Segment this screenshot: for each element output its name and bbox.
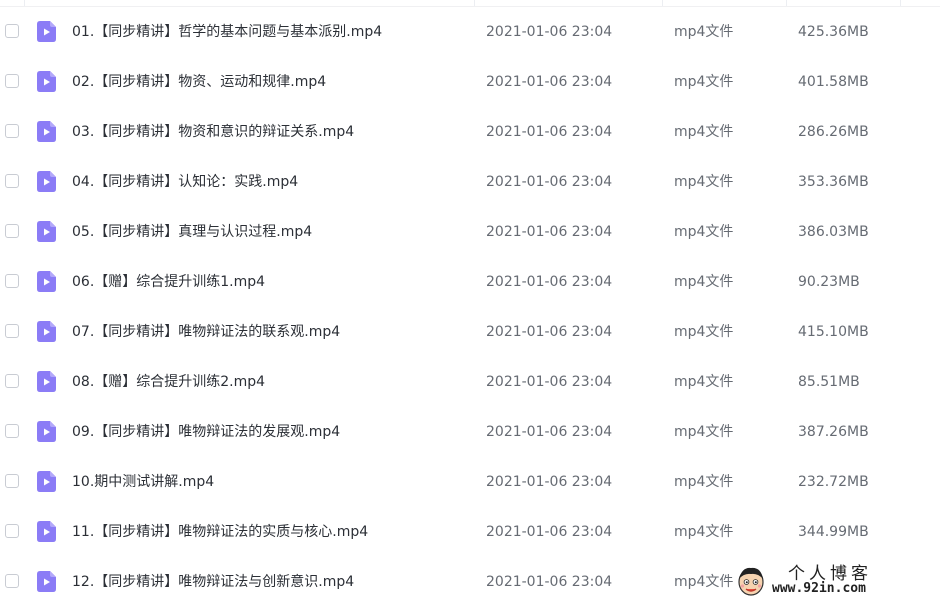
row-checkbox[interactable] — [5, 224, 19, 238]
file-type: mp4文件 — [674, 224, 734, 240]
file-modified-date: 2021-01-06 23:04 — [486, 124, 613, 140]
file-size: 286.26MB — [798, 124, 869, 140]
file-modified-date: 2021-01-06 23:04 — [486, 24, 613, 40]
file-size: 232.72MB — [798, 474, 869, 490]
file-type: mp4文件 — [674, 424, 734, 440]
file-size: 387.26MB — [798, 424, 869, 440]
file-size: 425.36MB — [798, 24, 869, 40]
file-name[interactable]: 10.期中测试讲解.mp4 — [72, 472, 214, 492]
file-size: 344.99MB — [798, 524, 869, 540]
video-file-icon — [37, 421, 56, 442]
file-row-11[interactable]: 11.【同步精讲】唯物辩证法的实质与核心.mp4 2021-01-06 23:0… — [0, 507, 940, 557]
file-row-3[interactable]: 03.【同步精讲】物资和意识的辩证关系.mp4 2021-01-06 23:04… — [0, 107, 940, 157]
video-file-icon — [37, 321, 56, 342]
file-type: mp4文件 — [674, 24, 734, 40]
row-checkbox[interactable] — [5, 474, 19, 488]
row-checkbox[interactable] — [5, 174, 19, 188]
mascot-face-icon — [738, 567, 764, 596]
video-file-icon — [37, 121, 56, 142]
file-rows: 01.【同步精讲】哲学的基本问题与基本派别.mp4 2021-01-06 23:… — [0, 7, 940, 605]
file-row-10[interactable]: 10.期中测试讲解.mp4 2021-01-06 23:04 mp4文件 232… — [0, 457, 940, 507]
file-row-5[interactable]: 05.【同步精讲】真理与认识过程.mp4 2021-01-06 23:04 mp… — [0, 207, 940, 257]
column-header-strip — [0, 0, 940, 7]
file-modified-date: 2021-01-06 23:04 — [486, 224, 613, 240]
file-name[interactable]: 11.【同步精讲】唯物辩证法的实质与核心.mp4 — [72, 522, 368, 542]
file-type: mp4文件 — [674, 274, 734, 290]
video-file-icon — [37, 471, 56, 492]
file-name[interactable]: 01.【同步精讲】哲学的基本问题与基本派别.mp4 — [72, 22, 382, 42]
row-checkbox[interactable] — [5, 574, 19, 588]
file-size: 353.36MB — [798, 174, 869, 190]
row-checkbox[interactable] — [5, 74, 19, 88]
file-name[interactable]: 03.【同步精讲】物资和意识的辩证关系.mp4 — [72, 122, 354, 142]
row-checkbox[interactable] — [5, 124, 19, 138]
file-modified-date: 2021-01-06 23:04 — [486, 574, 613, 590]
row-checkbox[interactable] — [5, 374, 19, 388]
file-type: mp4文件 — [674, 174, 734, 190]
video-file-icon — [37, 521, 56, 542]
file-name[interactable]: 05.【同步精讲】真理与认识过程.mp4 — [72, 222, 312, 242]
file-modified-date: 2021-01-06 23:04 — [486, 374, 613, 390]
file-modified-date: 2021-01-06 23:04 — [486, 174, 613, 190]
file-size: 415.10MB — [798, 324, 869, 340]
file-name[interactable]: 08.【赠】综合提升训练2.mp4 — [72, 372, 265, 392]
file-name[interactable]: 07.【同步精讲】唯物辩证法的联系观.mp4 — [72, 322, 340, 342]
file-modified-date: 2021-01-06 23:04 — [486, 274, 613, 290]
row-checkbox[interactable] — [5, 424, 19, 438]
file-type: mp4文件 — [674, 524, 734, 540]
watermark: 个人博客 www.92in.com — [736, 559, 926, 601]
file-modified-date: 2021-01-06 23:04 — [486, 424, 613, 440]
file-size: 90.23MB — [798, 274, 860, 290]
video-file-icon — [37, 271, 56, 292]
row-checkbox[interactable] — [5, 324, 19, 338]
file-modified-date: 2021-01-06 23:04 — [486, 74, 613, 90]
file-row-2[interactable]: 02.【同步精讲】物资、运动和规律.mp4 2021-01-06 23:04 m… — [0, 57, 940, 107]
watermark-url: www.92in.com — [772, 581, 866, 596]
file-type: mp4文件 — [674, 474, 734, 490]
file-row-1[interactable]: 01.【同步精讲】哲学的基本问题与基本派别.mp4 2021-01-06 23:… — [0, 7, 940, 57]
file-modified-date: 2021-01-06 23:04 — [486, 474, 613, 490]
file-row-6[interactable]: 06.【赠】综合提升训练1.mp4 2021-01-06 23:04 mp4文件… — [0, 257, 940, 307]
file-modified-date: 2021-01-06 23:04 — [486, 324, 613, 340]
file-type: mp4文件 — [674, 574, 734, 590]
file-name[interactable]: 02.【同步精讲】物资、运动和规律.mp4 — [72, 72, 326, 92]
file-row-9[interactable]: 09.【同步精讲】唯物辩证法的发展观.mp4 2021-01-06 23:04 … — [0, 407, 940, 457]
video-file-icon — [37, 221, 56, 242]
file-type: mp4文件 — [674, 124, 734, 140]
video-file-icon — [37, 571, 56, 592]
file-size: 85.51MB — [798, 374, 860, 390]
file-modified-date: 2021-01-06 23:04 — [486, 524, 613, 540]
file-name[interactable]: 04.【同步精讲】认知论：实践.mp4 — [72, 172, 298, 192]
row-checkbox[interactable] — [5, 274, 19, 288]
file-row-4[interactable]: 04.【同步精讲】认知论：实践.mp4 2021-01-06 23:04 mp4… — [0, 157, 940, 207]
video-file-icon — [37, 171, 56, 192]
video-file-icon — [37, 71, 56, 92]
video-file-icon — [37, 21, 56, 42]
file-type: mp4文件 — [674, 324, 734, 340]
video-file-icon — [37, 371, 56, 392]
file-name[interactable]: 09.【同步精讲】唯物辩证法的发展观.mp4 — [72, 422, 340, 442]
file-row-8[interactable]: 08.【赠】综合提升训练2.mp4 2021-01-06 23:04 mp4文件… — [0, 357, 940, 407]
row-checkbox[interactable] — [5, 524, 19, 538]
file-type: mp4文件 — [674, 374, 734, 390]
file-size: 386.03MB — [798, 224, 869, 240]
file-name[interactable]: 06.【赠】综合提升训练1.mp4 — [72, 272, 265, 292]
file-list: 01.【同步精讲】哲学的基本问题与基本派别.mp4 2021-01-06 23:… — [0, 0, 940, 605]
file-size: 401.58MB — [798, 74, 869, 90]
file-type: mp4文件 — [674, 74, 734, 90]
row-checkbox[interactable] — [5, 24, 19, 38]
file-row-7[interactable]: 07.【同步精讲】唯物辩证法的联系观.mp4 2021-01-06 23:04 … — [0, 307, 940, 357]
file-name[interactable]: 12.【同步精讲】唯物辩证法与创新意识.mp4 — [72, 572, 354, 592]
